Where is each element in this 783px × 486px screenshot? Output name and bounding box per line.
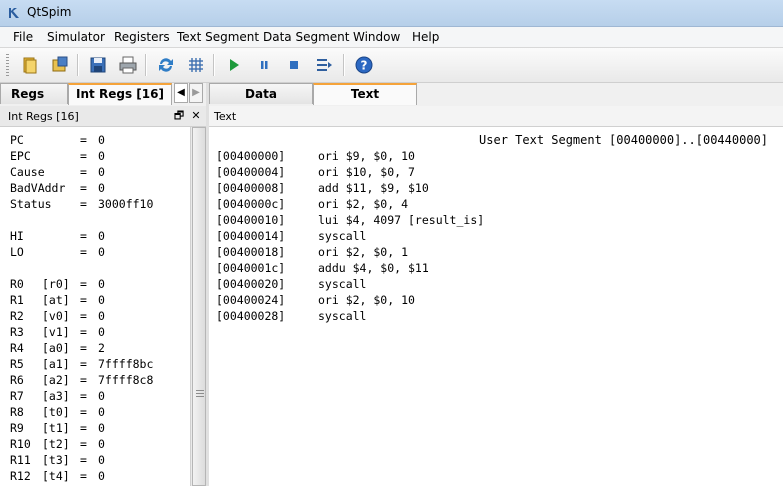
register-row: HI = 0 [10, 229, 105, 243]
code-instruction: syscall [318, 309, 367, 323]
register-row: R1 [at] = 0 [10, 293, 105, 307]
register-row: R10 [t2] = 0 [10, 437, 105, 451]
tab-text[interactable]: Text [313, 83, 417, 105]
open-folder-icon[interactable] [20, 55, 40, 75]
user-text-segment-header: User Text Segment [00400000]..[00440000] [479, 133, 768, 147]
code-address: [00400024] [216, 293, 286, 307]
code-address: [0040001c] [216, 261, 286, 275]
menu-data-segment[interactable]: Data Segment [263, 30, 349, 44]
code-instruction: add $11, $9, $10 [318, 181, 429, 195]
tab-int-regs[interactable]: Int Regs [16] [68, 83, 172, 105]
code-instruction: ori $10, $0, 7 [318, 165, 415, 179]
register-row: R11 [t3] = 0 [10, 453, 105, 467]
code-line: [00400004] ori $10, $0, 7 [216, 164, 415, 180]
text-panel-title: Text [214, 110, 237, 123]
text-segment-pane: User Text Segment [00400000]..[00440000]… [209, 127, 783, 486]
register-row: R2 [v0] = 0 [10, 309, 105, 323]
code-address: [00400028] [216, 309, 286, 323]
code-instruction: ori $2, $0, 10 [318, 293, 415, 307]
menu-file[interactable]: File [13, 30, 33, 44]
register-row: R8 [t0] = 0 [10, 405, 105, 419]
menu-bar: File Simulator Registers Text Segment Da… [0, 27, 783, 48]
register-row: R12 [t4] = 0 [10, 469, 105, 483]
pause-icon[interactable] [254, 55, 274, 75]
code-line: [00400000] ori $9, $0, 10 [216, 148, 415, 164]
int-regs-dock-header: Int Regs [16] 🗗 ✕ [0, 106, 206, 127]
register-row: PC = 0 [10, 133, 105, 147]
register-row: R0 [r0] = 0 [10, 277, 105, 291]
register-row: Cause = 0 [10, 165, 105, 179]
code-address: [00400018] [216, 245, 286, 259]
register-row: EPC = 0 [10, 149, 105, 163]
register-row: R7 [a3] = 0 [10, 389, 105, 403]
code-instruction: ori $9, $0, 10 [318, 149, 415, 163]
tab-fp-regs[interactable]: Regs [0, 83, 68, 104]
register-row: LO = 0 [10, 245, 105, 259]
tab-data[interactable]: Data [209, 83, 313, 104]
register-row: R3 [v1] = 0 [10, 325, 105, 339]
register-row: R6 [a2] = 7ffff8c8 [10, 373, 154, 387]
code-line: [00400014] syscall [216, 228, 366, 244]
code-address: [00400004] [216, 165, 286, 179]
segment-tab-bar: Data Text [209, 83, 783, 105]
code-line: [0040001c] addu $4, $0, $11 [216, 260, 429, 276]
menu-text-segment[interactable]: Text Segment [177, 30, 259, 44]
code-instruction: lui $4, 4097 [result_is] [318, 213, 485, 227]
code-line: [00400028] syscall [216, 308, 366, 324]
save-icon[interactable] [88, 55, 108, 75]
print-icon[interactable] [118, 55, 138, 75]
code-address: [00400020] [216, 277, 286, 291]
menu-registers[interactable]: Registers [114, 30, 170, 44]
int-regs-scrollbar[interactable] [190, 127, 207, 486]
clear-grid-icon[interactable] [186, 55, 206, 75]
menu-window[interactable]: Window [353, 30, 400, 44]
help-icon[interactable]: ? [354, 55, 374, 75]
code-line: [00400024] ori $2, $0, 10 [216, 292, 415, 308]
int-regs-scrollbar-thumb[interactable] [192, 127, 206, 486]
scrollbar-grip [196, 390, 204, 398]
code-address: [00400000] [216, 149, 286, 163]
code-address: [00400010] [216, 213, 286, 227]
run-icon[interactable] [224, 55, 244, 75]
code-instruction: syscall [318, 229, 367, 243]
code-line: [00400010] lui $4, 4097 [result_is] [216, 212, 484, 228]
code-instruction: syscall [318, 277, 367, 291]
code-instruction: ori $2, $0, 4 [318, 197, 409, 211]
register-row: Status = 3000ff10 [10, 197, 154, 211]
toolbar-grip[interactable] [6, 54, 9, 76]
register-row: R5 [a1] = 7ffff8bc [10, 357, 154, 371]
tab-scroll-left-button[interactable]: ◀ [174, 83, 188, 103]
qtspim-app-icon [7, 6, 21, 20]
code-instruction: ori $2, $0, 1 [318, 245, 409, 259]
window-title: QtSpim [27, 5, 72, 19]
code-address: [00400008] [216, 181, 286, 195]
float-dock-icon[interactable]: 🗗 [172, 109, 186, 123]
tab-scroll-right-button[interactable]: ▶ [189, 83, 203, 103]
title-bar: QtSpim [0, 0, 783, 27]
code-address: [00400014] [216, 229, 286, 243]
register-row: R9 [t1] = 0 [10, 421, 105, 435]
int-regs-pane: PC = 0 EPC = 0 Cause = 0 BadVAddr = 0 Status… [0, 127, 191, 486]
close-dock-icon[interactable]: ✕ [189, 109, 203, 123]
code-line: [00400008] add $11, $9, $10 [216, 180, 429, 196]
code-instruction: addu $4, $0, $11 [318, 261, 429, 275]
register-row: R4 [a0] = 2 [10, 341, 105, 355]
int-regs-dock-title: Int Regs [16] [8, 110, 79, 123]
code-address: [0040000c] [216, 197, 286, 211]
code-line: [00400018] ori $2, $0, 1 [216, 244, 408, 260]
text-panel-header: Text [209, 106, 783, 127]
toolbar: ? [0, 48, 783, 83]
save-as-icon[interactable] [50, 55, 70, 75]
svg-text:?: ? [361, 59, 368, 73]
menu-simulator[interactable]: Simulator [47, 30, 105, 44]
reinitialize-icon[interactable] [156, 55, 176, 75]
code-line: [0040000c] ori $2, $0, 4 [216, 196, 408, 212]
menu-help[interactable]: Help [412, 30, 439, 44]
single-step-icon[interactable] [314, 55, 334, 75]
stop-icon[interactable] [284, 55, 304, 75]
code-line: [00400020] syscall [216, 276, 366, 292]
register-row: BadVAddr = 0 [10, 181, 105, 195]
